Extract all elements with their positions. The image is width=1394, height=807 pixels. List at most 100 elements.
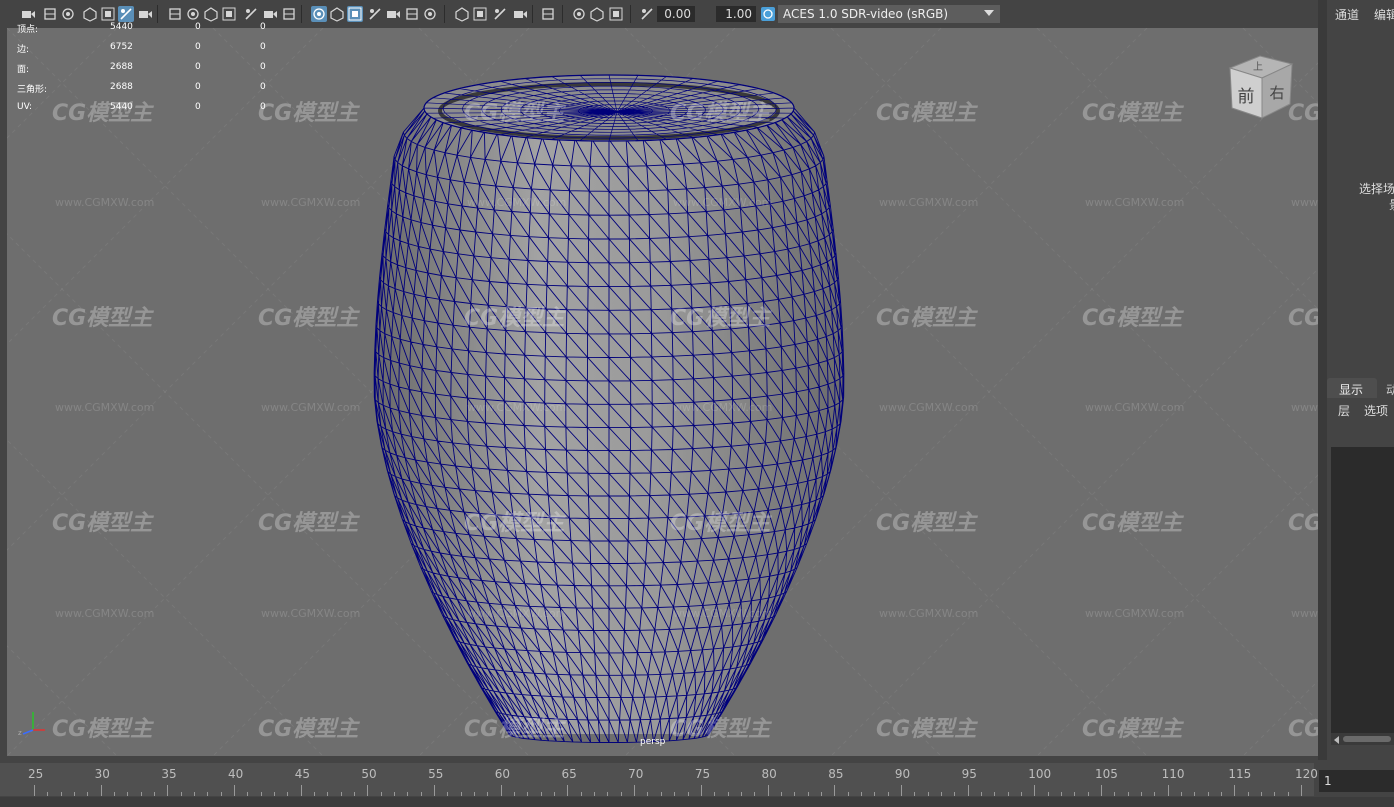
- time-tick: [100, 785, 102, 796]
- isolate-select-icon[interactable]: [512, 6, 528, 22]
- xray-icon[interactable]: [540, 6, 556, 22]
- time-tick: [1154, 792, 1156, 796]
- viewcube-front-label[interactable]: 前: [1238, 87, 1255, 107]
- time-slider[interactable]: 25 30 35 40 45 50 55 60 65 70 75 80 85 90 95 100 105 110 1…: [0, 760, 1318, 797]
- time-tick-label: 90: [894, 767, 911, 781]
- multisample-aa-icon[interactable]: [472, 6, 488, 22]
- time-tick: [900, 785, 902, 796]
- time-tick: [554, 792, 556, 796]
- time-tick: [594, 792, 596, 796]
- hud-value: 0: [195, 22, 201, 32]
- panel-splitter[interactable]: [1318, 0, 1327, 760]
- time-tick: [500, 785, 502, 796]
- time-tick: [487, 792, 489, 796]
- layer-tab-anim-clip[interactable]: 动: [1380, 381, 1394, 398]
- use-all-lights-icon[interactable]: [385, 6, 401, 22]
- time-tick: [1194, 792, 1196, 796]
- time-tick-label: 25: [28, 767, 44, 781]
- xray-components-icon[interactable]: [589, 6, 605, 22]
- time-tick: [874, 792, 876, 796]
- layer-list[interactable]: [1331, 447, 1394, 745]
- vase-mesh[interactable]: [373, 74, 845, 743]
- view-cube[interactable]: 上 前 右: [1226, 52, 1296, 126]
- wireframe-icon[interactable]: [281, 6, 297, 22]
- time-tick: [1274, 792, 1276, 796]
- time-tick: [380, 792, 382, 796]
- time-tick: [474, 792, 476, 796]
- 3d-viewport[interactable]: CG模型主CG模型主CG模型主CG模型主CG模型主CG模型主CG模型主CG模型主…: [7, 28, 1318, 756]
- image-plane-icon[interactable]: [82, 6, 98, 22]
- time-tick: [47, 792, 49, 796]
- time-tick-label: 115: [1228, 767, 1252, 781]
- hud-label: 三角形:: [17, 85, 48, 95]
- time-tick: [954, 792, 956, 796]
- safe-action-icon[interactable]: [243, 6, 259, 22]
- gamma-field[interactable]: 1.00: [716, 6, 756, 22]
- time-tick: [234, 785, 236, 796]
- tab-channels[interactable]: 通道: [1335, 6, 1359, 23]
- time-tick: [1140, 792, 1142, 796]
- smooth-shade-icon[interactable]: [311, 6, 327, 22]
- color-management-icon[interactable]: [760, 6, 776, 22]
- viewcube-top-label[interactable]: 上: [1253, 61, 1263, 73]
- grease-pencil-icon[interactable]: [118, 6, 134, 22]
- layer-menu-options[interactable]: 选项: [1364, 402, 1388, 419]
- camera-attributes-icon[interactable]: [42, 6, 58, 22]
- layer-tab-display-bg[interactable]: 显示: [1327, 378, 1377, 398]
- default-material-icon[interactable]: [329, 6, 345, 22]
- time-tick: [127, 792, 129, 796]
- xray-joints-icon[interactable]: [571, 6, 587, 22]
- resolution-gate-icon[interactable]: [185, 6, 201, 22]
- gamma-icon[interactable]: [639, 6, 655, 22]
- time-tick: [434, 785, 436, 796]
- screen-space-ao-icon[interactable]: [422, 6, 438, 22]
- tab-edit[interactable]: 编辑: [1374, 6, 1394, 23]
- exposure-field[interactable]: 0.00: [657, 6, 695, 22]
- layer-list-scrollbar[interactable]: [1331, 733, 1394, 745]
- film-gate-icon[interactable]: [167, 6, 183, 22]
- wireframe-on-shaded-icon[interactable]: [347, 6, 363, 22]
- time-tick: [1114, 792, 1116, 796]
- gate-mask-icon[interactable]: [203, 6, 219, 22]
- field-chart-icon[interactable]: [221, 6, 237, 22]
- time-tick: [87, 792, 89, 796]
- time-tick: [34, 785, 35, 796]
- time-tick: [887, 792, 889, 796]
- exposure-icon[interactable]: [608, 6, 624, 22]
- bookmark-icon[interactable]: [60, 6, 76, 22]
- chevron-down-icon[interactable]: [984, 10, 994, 16]
- time-tick: [1034, 785, 1036, 796]
- select-hint: 选择场: [1359, 182, 1394, 196]
- layer-tab-anim[interactable]: 动: [1386, 381, 1394, 398]
- textured-icon[interactable]: [367, 6, 383, 22]
- camera-select-icon[interactable]: [20, 6, 36, 22]
- time-tick: [860, 792, 862, 796]
- layer-tab-display[interactable]: 显示: [1339, 381, 1363, 398]
- 2d-pan-zoom-icon[interactable]: [100, 6, 116, 22]
- motion-blur-icon[interactable]: [454, 6, 470, 22]
- hud-value: 0: [195, 62, 201, 72]
- time-slider-track[interactable]: 25 30 35 40 45 50 55 60 65 70 75 80 85 90 95 100 105 110 1…: [0, 763, 1318, 796]
- time-tick-label: 120: [1295, 767, 1318, 781]
- hud-value: 0: [260, 22, 266, 32]
- time-tick: [674, 792, 676, 796]
- time-tick: [1260, 792, 1262, 796]
- current-frame-field[interactable]: 1: [1319, 770, 1394, 792]
- layer-menu-layers[interactable]: 层: [1338, 402, 1350, 419]
- hud-value: 0: [195, 42, 201, 52]
- time-tick: [754, 792, 756, 796]
- hud-value: 0: [260, 62, 266, 72]
- scene-canvas[interactable]: [7, 28, 1318, 756]
- shadows-icon[interactable]: [404, 6, 420, 22]
- color-space-dropdown[interactable]: ACES 1.0 SDR-video (sRGB): [778, 5, 1000, 23]
- grid-icon[interactable]: [137, 6, 153, 22]
- time-tick-label: 100: [1028, 767, 1052, 781]
- time-tick: [834, 785, 836, 796]
- hud-value: 0: [195, 82, 201, 92]
- time-tick: [1287, 792, 1289, 796]
- safe-title-icon[interactable]: [262, 6, 278, 22]
- time-tick: [74, 792, 75, 796]
- time-tick: [180, 792, 182, 796]
- viewcube-right-label[interactable]: 右: [1269, 84, 1284, 102]
- depth-of-field-icon[interactable]: [492, 6, 508, 22]
